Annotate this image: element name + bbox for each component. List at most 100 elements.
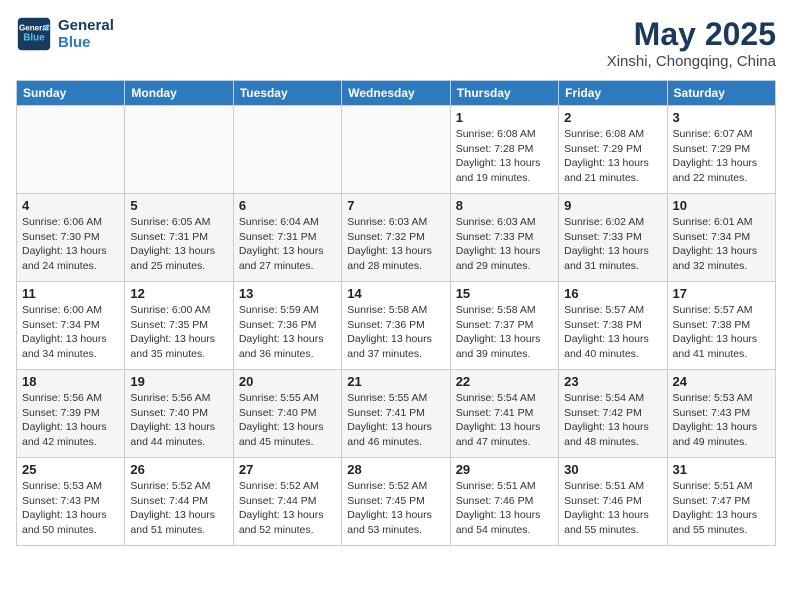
- day-number: 20: [239, 374, 336, 389]
- weekday-header: Tuesday: [233, 81, 341, 106]
- day-number: 6: [239, 198, 336, 213]
- calendar-cell: 28 Sunrise: 5:52 AM Sunset: 7:45 PM Dayli…: [342, 458, 450, 546]
- day-number: 3: [673, 110, 770, 125]
- calendar-cell: 26Sunrise: 5:52 AM Sunset: 7:44 PM Dayli…: [125, 458, 233, 546]
- day-info: Sunrise: 6:07 AM Sunset: 7:29 PM Dayligh…: [673, 127, 770, 186]
- day-number: 22: [456, 374, 553, 389]
- day-number: 16: [564, 286, 661, 301]
- calendar-cell: 30 Sunrise: 5:51 AM Sunset: 7:46 PM Dayli…: [559, 458, 667, 546]
- day-info: Sunrise: 6:03 AM Sunset: 7:32 PM Dayligh…: [347, 215, 444, 274]
- calendar-header: SundayMondayTuesdayWednesdayThursdayFrid…: [17, 81, 776, 106]
- day-number: 2: [564, 110, 661, 125]
- day-info: Sunrise: 6:04 AM Sunset: 7:31 PM Dayligh…: [239, 215, 336, 274]
- day-number: 29: [456, 462, 553, 477]
- day-info: Sunrise: 6:06 AM Sunset: 7:30 PM Dayligh…: [22, 215, 119, 274]
- day-info: Sunrise: 5:52 AM Sunset: 7:44 PM Dayligh…: [239, 479, 336, 538]
- calendar-week-row: 18Sunrise: 5:56 AM Sunset: 7:39 PM Dayli…: [17, 370, 776, 458]
- calendar-cell: 9 Sunrise: 6:02 AM Sunset: 7:33 PM Daylig…: [559, 194, 667, 282]
- calendar-cell: 23 Sunrise: 5:54 AM Sunset: 7:42 PM Dayli…: [559, 370, 667, 458]
- day-info: Sunrise: 5:57 AM Sunset: 7:38 PM Dayligh…: [673, 303, 770, 362]
- day-number: 28: [347, 462, 444, 477]
- day-number: 13: [239, 286, 336, 301]
- day-info: Sunrise: 5:51 AM Sunset: 7:47 PM Dayligh…: [673, 479, 770, 538]
- calendar-week-row: 25 Sunrise: 5:53 AM Sunset: 7:43 PM Dayli…: [17, 458, 776, 546]
- day-number: 15: [456, 286, 553, 301]
- calendar-cell: 6 Sunrise: 6:04 AM Sunset: 7:31 PM Daylig…: [233, 194, 341, 282]
- calendar-cell: 24 Sunrise: 5:53 AM Sunset: 7:43 PM Dayli…: [667, 370, 775, 458]
- day-info: Sunrise: 5:55 AM Sunset: 7:40 PM Dayligh…: [239, 391, 336, 450]
- day-info: Sunrise: 5:57 AM Sunset: 7:38 PM Dayligh…: [564, 303, 661, 362]
- day-info: Sunrise: 5:54 AM Sunset: 7:41 PM Dayligh…: [456, 391, 553, 450]
- day-number: 30: [564, 462, 661, 477]
- day-number: 31: [673, 462, 770, 477]
- day-info: Sunrise: 5:54 AM Sunset: 7:42 PM Dayligh…: [564, 391, 661, 450]
- calendar-week-row: 4Sunrise: 6:06 AM Sunset: 7:30 PM Daylig…: [17, 194, 776, 282]
- day-number: 27: [239, 462, 336, 477]
- day-info: Sunrise: 6:00 AM Sunset: 7:35 PM Dayligh…: [130, 303, 227, 362]
- svg-text:Blue: Blue: [23, 32, 45, 43]
- calendar-body: 1Sunrise: 6:08 AM Sunset: 7:28 PM Daylig…: [17, 106, 776, 546]
- day-info: Sunrise: 6:08 AM Sunset: 7:28 PM Dayligh…: [456, 127, 553, 186]
- day-number: 18: [22, 374, 119, 389]
- calendar-cell: 8Sunrise: 6:03 AM Sunset: 7:33 PM Daylig…: [450, 194, 558, 282]
- day-number: 19: [130, 374, 227, 389]
- day-info: Sunrise: 5:58 AM Sunset: 7:37 PM Dayligh…: [456, 303, 553, 362]
- day-number: 21: [347, 374, 444, 389]
- day-info: Sunrise: 6:02 AM Sunset: 7:33 PM Dayligh…: [564, 215, 661, 274]
- calendar-cell: 31 Sunrise: 5:51 AM Sunset: 7:47 PM Dayli…: [667, 458, 775, 546]
- logo: General Blue General Blue: [16, 16, 114, 52]
- day-number: 12: [130, 286, 227, 301]
- day-info: Sunrise: 5:52 AM Sunset: 7:45 PM Dayligh…: [347, 479, 444, 538]
- calendar-cell: 4Sunrise: 6:06 AM Sunset: 7:30 PM Daylig…: [17, 194, 125, 282]
- day-info: Sunrise: 5:51 AM Sunset: 7:46 PM Dayligh…: [564, 479, 661, 538]
- calendar-cell: [342, 106, 450, 194]
- day-info: Sunrise: 5:59 AM Sunset: 7:36 PM Dayligh…: [239, 303, 336, 362]
- calendar-cell: 17 Sunrise: 5:57 AM Sunset: 7:38 PM Dayli…: [667, 282, 775, 370]
- calendar-cell: 18Sunrise: 5:56 AM Sunset: 7:39 PM Dayli…: [17, 370, 125, 458]
- weekday-header: Monday: [125, 81, 233, 106]
- calendar-cell: 20 Sunrise: 5:55 AM Sunset: 7:40 PM Dayli…: [233, 370, 341, 458]
- calendar-cell: 15 Sunrise: 5:58 AM Sunset: 7:37 PM Dayli…: [450, 282, 558, 370]
- logo-general: General: [58, 17, 114, 34]
- calendar-week-row: 11 Sunrise: 6:00 AM Sunset: 7:34 PM Dayli…: [17, 282, 776, 370]
- calendar-cell: 16 Sunrise: 5:57 AM Sunset: 7:38 PM Dayli…: [559, 282, 667, 370]
- day-number: 7: [347, 198, 444, 213]
- day-number: 26: [130, 462, 227, 477]
- day-info: Sunrise: 6:00 AM Sunset: 7:34 PM Dayligh…: [22, 303, 119, 362]
- calendar-cell: 19 Sunrise: 5:56 AM Sunset: 7:40 PM Dayli…: [125, 370, 233, 458]
- calendar-table: SundayMondayTuesdayWednesdayThursdayFrid…: [16, 80, 776, 546]
- day-number: 17: [673, 286, 770, 301]
- day-info: Sunrise: 5:56 AM Sunset: 7:40 PM Dayligh…: [130, 391, 227, 450]
- weekday-header: Saturday: [667, 81, 775, 106]
- month-title: May 2025: [607, 16, 776, 53]
- page-header: General Blue General Blue May 2025 Xinsh…: [16, 16, 776, 70]
- calendar-cell: [233, 106, 341, 194]
- weekday-header: Thursday: [450, 81, 558, 106]
- calendar-cell: 25 Sunrise: 5:53 AM Sunset: 7:43 PM Dayli…: [17, 458, 125, 546]
- day-info: Sunrise: 6:03 AM Sunset: 7:33 PM Dayligh…: [456, 215, 553, 274]
- calendar-cell: 29Sunrise: 5:51 AM Sunset: 7:46 PM Dayli…: [450, 458, 558, 546]
- calendar-cell: 13 Sunrise: 5:59 AM Sunset: 7:36 PM Dayli…: [233, 282, 341, 370]
- day-info: Sunrise: 5:58 AM Sunset: 7:36 PM Dayligh…: [347, 303, 444, 362]
- day-number: 11: [22, 286, 119, 301]
- day-info: Sunrise: 5:53 AM Sunset: 7:43 PM Dayligh…: [673, 391, 770, 450]
- calendar-cell: 1Sunrise: 6:08 AM Sunset: 7:28 PM Daylig…: [450, 106, 558, 194]
- day-number: 25: [22, 462, 119, 477]
- day-number: 23: [564, 374, 661, 389]
- calendar-cell: [125, 106, 233, 194]
- day-number: 9: [564, 198, 661, 213]
- calendar-cell: 5Sunrise: 6:05 AM Sunset: 7:31 PM Daylig…: [125, 194, 233, 282]
- calendar-cell: 2Sunrise: 6:08 AM Sunset: 7:29 PM Daylig…: [559, 106, 667, 194]
- day-info: Sunrise: 5:53 AM Sunset: 7:43 PM Dayligh…: [22, 479, 119, 538]
- weekday-header: Wednesday: [342, 81, 450, 106]
- logo-blue: Blue: [58, 34, 114, 51]
- calendar-cell: 27 Sunrise: 5:52 AM Sunset: 7:44 PM Dayli…: [233, 458, 341, 546]
- calendar-week-row: 1Sunrise: 6:08 AM Sunset: 7:28 PM Daylig…: [17, 106, 776, 194]
- calendar-cell: 14 Sunrise: 5:58 AM Sunset: 7:36 PM Dayli…: [342, 282, 450, 370]
- calendar-cell: 7 Sunrise: 6:03 AM Sunset: 7:32 PM Daylig…: [342, 194, 450, 282]
- day-number: 24: [673, 374, 770, 389]
- calendar-cell: 10Sunrise: 6:01 AM Sunset: 7:34 PM Dayli…: [667, 194, 775, 282]
- day-number: 14: [347, 286, 444, 301]
- calendar-cell: 12 Sunrise: 6:00 AM Sunset: 7:35 PM Dayli…: [125, 282, 233, 370]
- day-number: 5: [130, 198, 227, 213]
